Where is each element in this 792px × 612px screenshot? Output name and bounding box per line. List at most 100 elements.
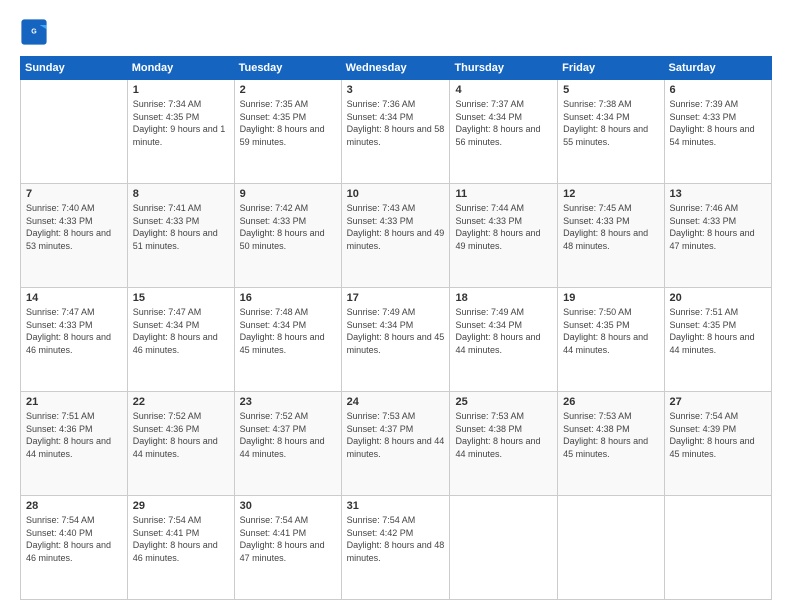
day-info: Sunrise: 7:51 AMSunset: 4:35 PMDaylight:… — [670, 306, 766, 356]
day-number: 22 — [133, 396, 229, 408]
day-number: 9 — [240, 188, 336, 200]
day-info: Sunrise: 7:53 AMSunset: 4:38 PMDaylight:… — [563, 410, 658, 460]
day-number: 1 — [133, 84, 229, 96]
calendar-cell: 17 Sunrise: 7:49 AMSunset: 4:34 PMDayligh… — [341, 288, 450, 392]
day-number: 27 — [670, 396, 766, 408]
day-info: Sunrise: 7:49 AMSunset: 4:34 PMDaylight:… — [455, 306, 552, 356]
day-info: Sunrise: 7:46 AMSunset: 4:33 PMDaylight:… — [670, 202, 766, 252]
header: G — [20, 18, 772, 46]
day-number: 17 — [347, 292, 445, 304]
day-number: 30 — [240, 500, 336, 512]
weekday-header-tuesday: Tuesday — [234, 57, 341, 80]
day-info: Sunrise: 7:42 AMSunset: 4:33 PMDaylight:… — [240, 202, 336, 252]
day-info: Sunrise: 7:38 AMSunset: 4:34 PMDaylight:… — [563, 98, 658, 148]
day-info: Sunrise: 7:40 AMSunset: 4:33 PMDaylight:… — [26, 202, 122, 252]
calendar-cell: 1 Sunrise: 7:34 AMSunset: 4:35 PMDaylight… — [127, 80, 234, 184]
day-info: Sunrise: 7:48 AMSunset: 4:34 PMDaylight:… — [240, 306, 336, 356]
day-info: Sunrise: 7:47 AMSunset: 4:33 PMDaylight:… — [26, 306, 122, 356]
day-number: 14 — [26, 292, 122, 304]
calendar-cell: 21Sunrise: 7:51 AMSunset: 4:36 PMDayligh… — [21, 392, 128, 496]
calendar-cell: 18 Sunrise: 7:49 AMSunset: 4:34 PMDayligh… — [450, 288, 558, 392]
calendar-cell: 24Sunrise: 7:53 AMSunset: 4:37 PMDayligh… — [341, 392, 450, 496]
day-number: 13 — [670, 188, 766, 200]
calendar-table: SundayMondayTuesdayWednesdayThursdayFrid… — [20, 56, 772, 600]
calendar-cell: 12Sunrise: 7:45 AMSunset: 4:33 PMDayligh… — [558, 184, 664, 288]
calendar-cell: 13 Sunrise: 7:46 AMSunset: 4:33 PMDayligh… — [664, 184, 771, 288]
day-number: 24 — [347, 396, 445, 408]
logo: G — [20, 18, 52, 46]
calendar-cell: 8 Sunrise: 7:41 AMSunset: 4:33 PMDaylight… — [127, 184, 234, 288]
day-info: Sunrise: 7:54 AMSunset: 4:39 PMDaylight:… — [670, 410, 766, 460]
calendar-cell — [664, 496, 771, 600]
day-number: 10 — [347, 188, 445, 200]
calendar-cell: 23 Sunrise: 7:52 AMSunset: 4:37 PMDayligh… — [234, 392, 341, 496]
calendar-cell — [21, 80, 128, 184]
day-number: 25 — [455, 396, 552, 408]
calendar-cell: 10 Sunrise: 7:43 AMSunset: 4:33 PMDayligh… — [341, 184, 450, 288]
day-info: Sunrise: 7:54 AMSunset: 4:41 PMDaylight:… — [240, 514, 336, 564]
weekday-header-row: SundayMondayTuesdayWednesdayThursdayFrid… — [21, 57, 772, 80]
day-number: 2 — [240, 84, 336, 96]
calendar-week-4: 21Sunrise: 7:51 AMSunset: 4:36 PMDayligh… — [21, 392, 772, 496]
calendar-cell: 15 Sunrise: 7:47 AMSunset: 4:34 PMDayligh… — [127, 288, 234, 392]
day-number: 12 — [563, 188, 658, 200]
calendar-cell: 7 Sunrise: 7:40 AMSunset: 4:33 PMDaylight… — [21, 184, 128, 288]
calendar-cell: 2 Sunrise: 7:35 AMSunset: 4:35 PMDaylight… — [234, 80, 341, 184]
day-number: 5 — [563, 84, 658, 96]
weekday-header-saturday: Saturday — [664, 57, 771, 80]
calendar-cell: 30 Sunrise: 7:54 AMSunset: 4:41 PMDayligh… — [234, 496, 341, 600]
svg-text:G: G — [31, 28, 37, 35]
day-info: Sunrise: 7:52 AMSunset: 4:37 PMDaylight:… — [240, 410, 336, 460]
day-number: 18 — [455, 292, 552, 304]
weekday-header-thursday: Thursday — [450, 57, 558, 80]
day-number: 11 — [455, 188, 552, 200]
day-info: Sunrise: 7:39 AMSunset: 4:33 PMDaylight:… — [670, 98, 766, 148]
weekday-header-sunday: Sunday — [21, 57, 128, 80]
day-info: Sunrise: 7:37 AMSunset: 4:34 PMDaylight:… — [455, 98, 552, 148]
calendar-cell: 3Sunrise: 7:36 AMSunset: 4:34 PMDaylight… — [341, 80, 450, 184]
calendar-week-5: 28 Sunrise: 7:54 AMSunset: 4:40 PMDayligh… — [21, 496, 772, 600]
day-number: 20 — [670, 292, 766, 304]
day-info: Sunrise: 7:53 AMSunset: 4:38 PMDaylight:… — [455, 410, 552, 460]
calendar-cell: 25 Sunrise: 7:53 AMSunset: 4:38 PMDayligh… — [450, 392, 558, 496]
day-info: Sunrise: 7:41 AMSunset: 4:33 PMDaylight:… — [133, 202, 229, 252]
day-number: 7 — [26, 188, 122, 200]
day-number: 23 — [240, 396, 336, 408]
calendar-cell: 28 Sunrise: 7:54 AMSunset: 4:40 PMDayligh… — [21, 496, 128, 600]
day-info: Sunrise: 7:47 AMSunset: 4:34 PMDaylight:… — [133, 306, 229, 356]
day-info: Sunrise: 7:54 AMSunset: 4:40 PMDaylight:… — [26, 514, 122, 564]
weekday-header-monday: Monday — [127, 57, 234, 80]
calendar-cell — [558, 496, 664, 600]
day-info: Sunrise: 7:52 AMSunset: 4:36 PMDaylight:… — [133, 410, 229, 460]
calendar-cell: 22 Sunrise: 7:52 AMSunset: 4:36 PMDayligh… — [127, 392, 234, 496]
day-number: 29 — [133, 500, 229, 512]
day-number: 6 — [670, 84, 766, 96]
day-info: Sunrise: 7:50 AMSunset: 4:35 PMDaylight:… — [563, 306, 658, 356]
day-number: 28 — [26, 500, 122, 512]
day-number: 15 — [133, 292, 229, 304]
weekday-header-wednesday: Wednesday — [341, 57, 450, 80]
day-number: 8 — [133, 188, 229, 200]
day-number: 4 — [455, 84, 552, 96]
calendar-week-3: 14 Sunrise: 7:47 AMSunset: 4:33 PMDayligh… — [21, 288, 772, 392]
calendar-week-1: 1 Sunrise: 7:34 AMSunset: 4:35 PMDaylight… — [21, 80, 772, 184]
day-info: Sunrise: 7:54 AMSunset: 4:41 PMDaylight:… — [133, 514, 229, 564]
calendar-cell: 19 Sunrise: 7:50 AMSunset: 4:35 PMDayligh… — [558, 288, 664, 392]
day-info: Sunrise: 7:54 AMSunset: 4:42 PMDaylight:… — [347, 514, 445, 564]
day-number: 31 — [347, 500, 445, 512]
calendar-cell: 4 Sunrise: 7:37 AMSunset: 4:34 PMDaylight… — [450, 80, 558, 184]
calendar-cell — [450, 496, 558, 600]
day-info: Sunrise: 7:43 AMSunset: 4:33 PMDaylight:… — [347, 202, 445, 252]
day-info: Sunrise: 7:35 AMSunset: 4:35 PMDaylight:… — [240, 98, 336, 148]
calendar-cell: 6 Sunrise: 7:39 AMSunset: 4:33 PMDaylight… — [664, 80, 771, 184]
day-number: 16 — [240, 292, 336, 304]
calendar-cell: 29 Sunrise: 7:54 AMSunset: 4:41 PMDayligh… — [127, 496, 234, 600]
logo-icon: G — [20, 18, 48, 46]
weekday-header-friday: Friday — [558, 57, 664, 80]
day-info: Sunrise: 7:49 AMSunset: 4:34 PMDaylight:… — [347, 306, 445, 356]
day-number: 19 — [563, 292, 658, 304]
calendar-cell: 11Sunrise: 7:44 AMSunset: 4:33 PMDayligh… — [450, 184, 558, 288]
day-info: Sunrise: 7:51 AMSunset: 4:36 PMDaylight:… — [26, 410, 122, 460]
page: G SundayMondayTuesdayWednesdayThursdayFr… — [0, 0, 792, 612]
day-info: Sunrise: 7:34 AMSunset: 4:35 PMDaylight:… — [133, 98, 229, 148]
